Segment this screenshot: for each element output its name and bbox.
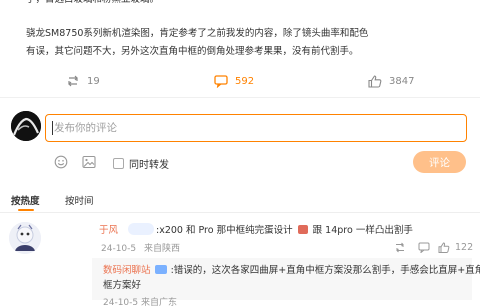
comment-date: 24-10-5 xyxy=(101,244,137,254)
comment-count: 592 xyxy=(235,76,255,87)
post-body: 骁龙SM8750系列新机渲染图，肯定参考了之前我发的内容，除了镜头曲率和配色 有… xyxy=(26,25,368,61)
comment-icon xyxy=(214,75,228,88)
avatar-image xyxy=(9,222,41,254)
share-icon xyxy=(396,242,404,253)
repost-label: 同时转发 xyxy=(129,160,169,171)
reply-text-2: 框方案好 xyxy=(103,280,142,291)
post-body-line-1: 骁龙SM8750系列新机渲染图，肯定参考了之前我发的内容，除了镜头曲率和配色 xyxy=(26,28,369,39)
thumbs-up-icon xyxy=(438,242,450,253)
thumbs-up-icon xyxy=(368,75,382,88)
comment-reply-button[interactable] xyxy=(418,242,430,253)
comment-text: :x200 和 Pro 那中框纯完蛋设计 跟 14pro 一样凸出割手 xyxy=(156,222,413,236)
active-tab-indicator xyxy=(18,209,34,211)
reply-meta: 24-10-5 来自广东 xyxy=(103,298,177,308)
emoji-button[interactable] xyxy=(54,154,68,173)
repost-checkbox[interactable]: 同时转发 xyxy=(113,156,169,171)
comment-like-count: 122 xyxy=(455,242,474,253)
post-text-top-line: 了，首选白玻璃和粉黛亚玻璃。 xyxy=(26,0,159,9)
image-button[interactable] xyxy=(82,154,96,173)
tab-sort-by-hot[interactable]: 按热度 xyxy=(11,193,40,207)
retweet-icon xyxy=(68,75,78,87)
reply-text-1: :错误的，这次各家四曲屏+直角中框方案没那么割手，手感会比直屏+直角中 xyxy=(170,265,480,276)
emoji-icon xyxy=(54,155,68,169)
comment-like-button[interactable]: 122 xyxy=(438,242,473,253)
comment-button[interactable]: 592 xyxy=(214,75,254,88)
retweet-count: 19 xyxy=(87,75,100,87)
retweet-button[interactable]: 19 xyxy=(66,75,100,87)
submit-comment-button[interactable]: 评论 xyxy=(413,151,466,173)
comment-text-main: :x200 和 Pro 那中框纯完蛋设计 xyxy=(156,225,293,236)
like-count: 3847 xyxy=(389,76,415,87)
post-body-line-2: 有误，其它问题不大，另外这次直角中框的倒角处理参考果果，没有前代割手。 xyxy=(26,46,359,57)
current-user-avatar[interactable] xyxy=(11,111,41,141)
image-icon xyxy=(82,155,96,169)
tab-sort-by-time[interactable]: 按时间 xyxy=(65,193,94,207)
comment-meta: 24-10-5 来自陕西 xyxy=(101,241,180,254)
text-caret xyxy=(52,121,53,135)
comment-input-box[interactable] xyxy=(45,114,467,142)
comment-icon xyxy=(418,242,430,253)
post-action-bar: 19 592 3847 xyxy=(0,72,480,94)
like-button[interactable]: 3847 xyxy=(368,75,414,88)
divider xyxy=(0,212,480,213)
avatar-image xyxy=(11,111,41,141)
comment-text-tail: 跟 14pro 一样凸出割手 xyxy=(312,225,413,236)
reply-line-1: 数码闲聊站 :错误的，这次各家四曲屏+直角中框方案没那么割手，手感会比直屏+直角… xyxy=(103,262,480,276)
commenter-username[interactable]: 于风 xyxy=(99,222,118,236)
commenter-avatar[interactable] xyxy=(9,222,41,254)
user-badge-icon xyxy=(154,265,167,274)
comment-input[interactable] xyxy=(46,115,466,141)
emoji-sticker-icon xyxy=(297,225,308,234)
divider xyxy=(0,97,480,98)
user-badge xyxy=(128,223,154,235)
comment-location: 来自陕西 xyxy=(144,244,181,254)
reply-username[interactable]: 数码闲聊站 xyxy=(103,265,151,276)
checkbox-box[interactable] xyxy=(113,158,124,169)
comment-sort-tabs: 按热度 按时间 xyxy=(0,190,480,210)
comment-share-button[interactable] xyxy=(394,242,406,253)
